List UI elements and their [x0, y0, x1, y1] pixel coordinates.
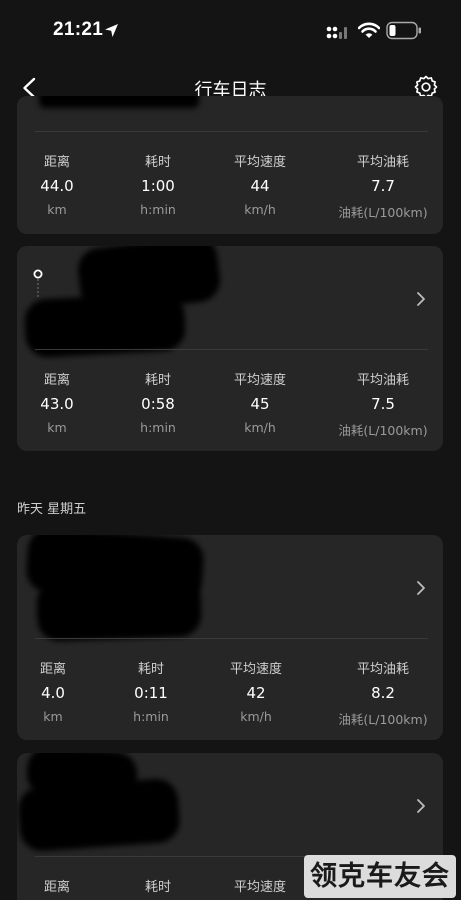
stat-unit: km/h — [240, 709, 272, 724]
chevron-right-icon — [417, 799, 425, 813]
stat-label: 耗时 — [144, 880, 172, 895]
stat-label: 平均油耗 — [356, 373, 410, 388]
trip-card[interactable]: 距离 43.0 km 耗时 0:58 h:min 平均速度 45 km/h 平均… — [17, 246, 443, 451]
location-arrow-icon — [105, 24, 118, 37]
stat-unit: km/h — [244, 420, 276, 435]
stat-avg-speed: 平均速度 45 km/h — [234, 369, 286, 435]
battery-icon — [386, 21, 421, 40]
stat-avg-speed: 平均速度 44 km/h — [234, 151, 286, 217]
watermark-logo: 领克车友会 — [304, 855, 456, 898]
stat-label: 耗时 — [144, 373, 171, 388]
stat-label: 距离 — [39, 662, 67, 677]
signal-icon — [326, 26, 347, 39]
stat-avg-fuel: 平均油耗 7.5 油耗(L/100km) — [338, 369, 427, 439]
stat-unit: km — [47, 202, 67, 217]
stat-value: 0:58 — [141, 395, 175, 413]
stat-distance: 距离 — [44, 876, 70, 895]
stat-value: 7.5 — [371, 395, 395, 413]
stat-value: 44 — [250, 177, 270, 195]
chevron-right-icon — [417, 292, 425, 306]
stat-unit: 油耗(L/100km) — [338, 423, 428, 438]
status-time: 21:21 — [53, 19, 104, 40]
stat-value: 45 — [250, 395, 270, 413]
stat-avg-fuel: 平均油耗 7.7 油耗(L/100km) — [338, 151, 427, 221]
stat-label: 耗时 — [144, 155, 171, 170]
stat-unit: 油耗(L/100km) — [338, 205, 428, 220]
card-divider — [35, 638, 428, 639]
card-divider — [35, 131, 428, 132]
stat-label: 平均油耗 — [356, 155, 410, 170]
stat-unit: km/h — [244, 202, 276, 217]
stat-label: 距离 — [43, 880, 71, 895]
wifi-icon — [358, 22, 380, 38]
stat-label: 平均速度 — [233, 373, 287, 388]
stat-avg-speed: 平均速度 42 km/h — [230, 658, 282, 724]
redacted-route — [36, 576, 202, 642]
stat-value: 8.2 — [371, 684, 395, 702]
trip-card[interactable]: 距离 44.0 km 耗时 1:00 h:min 平均速度 44 km/h 平均… — [17, 96, 443, 234]
stat-label: 平均速度 — [229, 662, 283, 677]
stat-unit: h:min — [133, 709, 169, 724]
stat-unit: 油耗(L/100km) — [338, 712, 428, 727]
chevron-right-icon — [417, 581, 425, 595]
stat-duration: 耗时 1:00 h:min — [140, 151, 176, 217]
redacted-route — [17, 777, 182, 853]
stat-label: 平均速度 — [233, 155, 287, 170]
stat-distance: 距离 43.0 km — [40, 369, 73, 435]
stat-value: 4.0 — [41, 684, 65, 702]
status-bar: 21:21 — [0, 0, 461, 62]
stat-distance: 距离 44.0 km — [40, 151, 73, 217]
stat-unit: h:min — [140, 202, 176, 217]
trip-card[interactable]: 距离 4.0 km 耗时 0:11 h:min 平均速度 42 km/h 平均油… — [17, 535, 443, 740]
stat-duration: 耗时 — [145, 876, 171, 895]
stat-value: 44.0 — [40, 177, 74, 195]
stat-value: 42 — [246, 684, 266, 702]
date-section-header: 昨天 星期五 — [17, 502, 87, 517]
stat-label: 平均速度 — [233, 880, 287, 895]
stat-unit: km — [43, 709, 63, 724]
stat-avg-speed: 平均速度 — [234, 876, 286, 895]
stat-unit: h:min — [140, 420, 176, 435]
stat-value: 7.7 — [371, 177, 395, 195]
stat-duration: 耗时 0:11 h:min — [133, 658, 169, 724]
stat-value: 0:11 — [134, 684, 168, 702]
redacted-route — [39, 96, 199, 108]
stat-distance: 距离 4.0 km — [40, 658, 66, 724]
stat-duration: 耗时 0:58 h:min — [140, 369, 176, 435]
stat-label: 距离 — [43, 155, 70, 170]
stat-label: 距离 — [43, 373, 70, 388]
card-divider — [35, 349, 428, 350]
route-start-icon — [33, 269, 43, 298]
stat-label: 耗时 — [137, 662, 164, 677]
stat-label: 平均油耗 — [356, 662, 410, 677]
stat-value: 43.0 — [40, 395, 74, 413]
stat-avg-fuel: 平均油耗 8.2 油耗(L/100km) — [338, 658, 427, 728]
stat-value: 1:00 — [141, 177, 175, 195]
stat-unit: km — [47, 420, 67, 435]
